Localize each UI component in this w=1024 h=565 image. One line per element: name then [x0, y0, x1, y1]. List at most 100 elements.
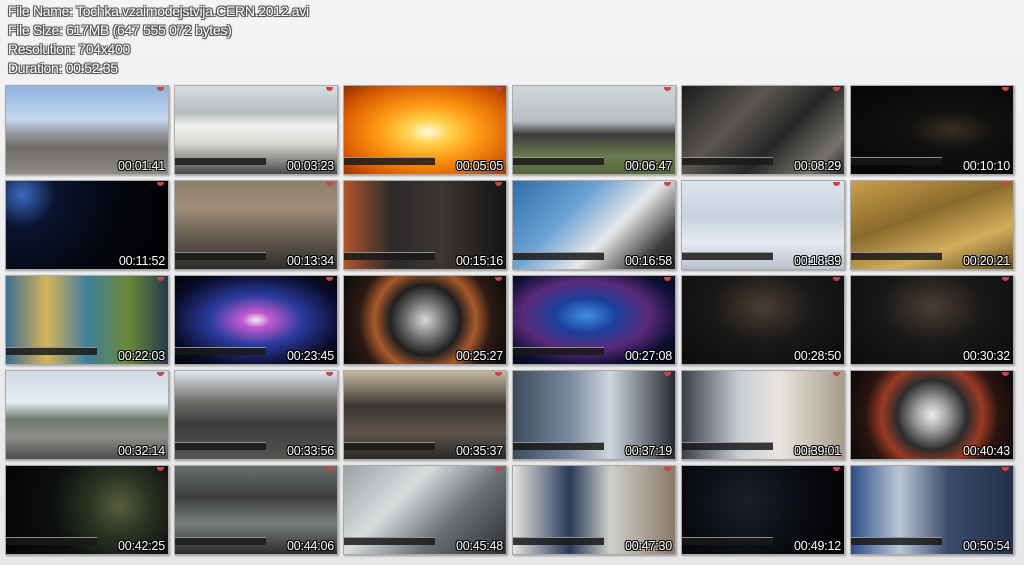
video-thumbnail[interactable]: 00:22:03: [5, 275, 169, 365]
timestamp-label: 00:45:48: [455, 539, 503, 553]
channel-logo-icon: [664, 182, 671, 186]
video-thumbnail[interactable]: 00:23:45: [174, 275, 338, 365]
channel-logo-icon: [833, 277, 840, 281]
timestamp-label: 00:40:43: [962, 444, 1010, 458]
channel-logo-icon: [495, 182, 502, 186]
timestamp-label: 00:47:30: [624, 539, 672, 553]
timestamp-label: 00:22:03: [117, 349, 165, 363]
timestamp-label: 00:10:10: [962, 159, 1010, 173]
channel-logo-icon: [1002, 87, 1009, 91]
video-thumbnail[interactable]: 00:06:47: [512, 85, 676, 175]
timestamp-label: 00:23:45: [286, 349, 334, 363]
channel-logo-icon: [326, 277, 333, 281]
caption-bar: [513, 252, 604, 260]
channel-logo-icon: [157, 277, 164, 281]
video-thumbnail[interactable]: 00:18:39: [681, 180, 845, 270]
channel-logo-icon: [157, 182, 164, 186]
video-thumbnail[interactable]: 00:35:37: [343, 370, 507, 460]
timestamp-label: 00:33:56: [286, 444, 334, 458]
video-thumbnail[interactable]: 00:01:41: [5, 85, 169, 175]
video-thumbnail[interactable]: 00:13:34: [174, 180, 338, 270]
timestamp-label: 00:35:37: [455, 444, 503, 458]
timestamp-label: 00:30:32: [962, 349, 1010, 363]
video-thumbnail[interactable]: 00:16:58: [512, 180, 676, 270]
channel-logo-icon: [833, 467, 840, 471]
channel-logo-icon: [495, 372, 502, 376]
caption-bar: [682, 157, 773, 165]
caption-bar: [344, 442, 435, 450]
timestamp-label: 00:13:34: [286, 254, 334, 268]
caption-bar: [175, 157, 266, 165]
channel-logo-icon: [664, 467, 671, 471]
timestamp-label: 00:11:52: [118, 254, 165, 268]
caption-bar: [344, 157, 435, 165]
video-thumbnail[interactable]: 00:28:50: [681, 275, 845, 365]
channel-logo-icon: [157, 467, 164, 471]
video-thumbnail[interactable]: 00:49:12: [681, 465, 845, 555]
timestamp-label: 00:28:50: [793, 349, 841, 363]
channel-logo-icon: [833, 372, 840, 376]
channel-logo-icon: [664, 87, 671, 91]
video-thumbnail[interactable]: 00:20:21: [850, 180, 1014, 270]
caption-bar: [6, 537, 97, 545]
caption-bar: [175, 252, 266, 260]
video-thumbnail[interactable]: 00:15:16: [343, 180, 507, 270]
timestamp-label: 00:44:06: [286, 539, 334, 553]
caption-bar: [682, 537, 773, 545]
video-thumbnail[interactable]: 00:50:54: [850, 465, 1014, 555]
caption-bar: [175, 537, 266, 545]
timestamp-label: 00:37:19: [624, 444, 672, 458]
video-thumbnail[interactable]: 00:45:48: [343, 465, 507, 555]
channel-logo-icon: [326, 182, 333, 186]
video-thumbnail[interactable]: 00:25:27: [343, 275, 507, 365]
channel-logo-icon: [495, 467, 502, 471]
timestamp-label: 00:32:14: [117, 444, 165, 458]
video-thumbnail[interactable]: 00:40:43: [850, 370, 1014, 460]
video-thumbnail[interactable]: 00:39:01: [681, 370, 845, 460]
caption-bar: [513, 347, 604, 355]
video-thumbnail[interactable]: 00:30:32: [850, 275, 1014, 365]
caption-bar: [513, 442, 604, 450]
timestamp-label: 00:27:08: [624, 349, 672, 363]
caption-bar: [513, 537, 604, 545]
duration-text: Duration: 00:52:35: [8, 60, 118, 76]
caption-bar: [851, 157, 942, 165]
resolution-text: Resolution: 704x400: [8, 41, 130, 57]
caption-bar: [851, 537, 942, 545]
video-thumbnail[interactable]: 00:33:56: [174, 370, 338, 460]
file-name-text: File Name: Tochka.vzaimodejstvija.CERN.2…: [8, 3, 309, 19]
video-thumbnail[interactable]: 00:47:30: [512, 465, 676, 555]
caption-bar: [682, 442, 773, 450]
channel-logo-icon: [1002, 467, 1009, 471]
caption-bar: [175, 347, 266, 355]
channel-logo-icon: [326, 467, 333, 471]
timestamp-label: 00:50:54: [962, 539, 1010, 553]
video-thumbnail[interactable]: 00:32:14: [5, 370, 169, 460]
timestamp-label: 00:15:16: [455, 254, 503, 268]
video-thumbnail[interactable]: 00:42:25: [5, 465, 169, 555]
video-thumbnail[interactable]: 00:44:06: [174, 465, 338, 555]
timestamp-label: 00:20:21: [962, 254, 1010, 268]
timestamp-label: 00:16:58: [624, 254, 672, 268]
timestamp-label: 00:05:05: [455, 159, 503, 173]
video-thumbnail[interactable]: 00:37:19: [512, 370, 676, 460]
timestamp-label: 00:08:29: [793, 159, 841, 173]
video-thumbnail[interactable]: 00:03:23: [174, 85, 338, 175]
timestamp-label: 00:42:25: [117, 539, 165, 553]
channel-logo-icon: [1002, 277, 1009, 281]
timestamp-label: 00:39:01: [793, 444, 841, 458]
channel-logo-icon: [495, 87, 502, 91]
video-thumbnail[interactable]: 00:11:52: [5, 180, 169, 270]
caption-bar: [851, 252, 942, 260]
timestamp-label: 00:01:41: [117, 159, 165, 173]
channel-logo-icon: [664, 372, 671, 376]
video-thumbnail[interactable]: 00:10:10: [850, 85, 1014, 175]
channel-logo-icon: [1002, 182, 1009, 186]
channel-logo-icon: [1002, 372, 1009, 376]
channel-logo-icon: [833, 87, 840, 91]
channel-logo-icon: [495, 277, 502, 281]
video-thumbnail[interactable]: 00:08:29: [681, 85, 845, 175]
caption-bar: [344, 537, 435, 545]
video-thumbnail[interactable]: 00:05:05: [343, 85, 507, 175]
video-thumbnail[interactable]: 00:27:08: [512, 275, 676, 365]
